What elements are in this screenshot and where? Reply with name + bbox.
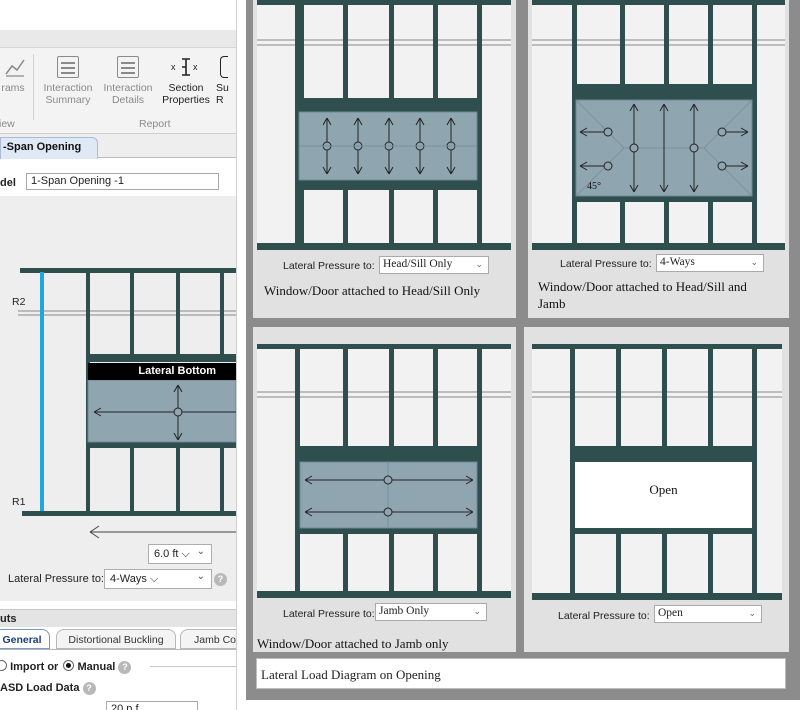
tab-jamb-connection[interactable]: Jamb Co xyxy=(180,629,236,649)
divider xyxy=(0,649,236,650)
inputs-section-header: uts xyxy=(0,609,236,627)
interaction-summary-icon xyxy=(57,56,79,78)
panel-open[interactable]: Open Lateral Pressure to: Open ⌄ xyxy=(524,327,789,652)
diagram-head-sill-only xyxy=(257,0,511,250)
chart-icon xyxy=(5,59,25,77)
diagram-title: Lateral Load Diagram on Opening xyxy=(256,658,786,689)
lateral-pressure-value: Open xyxy=(658,607,683,619)
button-label: rams xyxy=(1,82,25,94)
interaction-details-button[interactable]: Interaction Details xyxy=(100,56,156,106)
chevron-down-icon: ⌄ xyxy=(473,606,481,616)
interaction-summary-button[interactable]: Interaction Summary xyxy=(40,56,96,106)
lateral-bottom-label: Lateral Bottom xyxy=(138,365,216,377)
ribbon-group-view: iew xyxy=(0,118,15,130)
model-name-input[interactable]: 1-Span Opening -1 xyxy=(26,173,219,190)
button-label: Interaction xyxy=(43,82,93,94)
tab-general[interactable]: General xyxy=(0,629,50,649)
load-input[interactable]: 20 p f xyxy=(106,701,198,710)
lateral-pressure-select[interactable]: Jamb Only ⌄ xyxy=(375,603,487,621)
panel-head-sill-only[interactable]: Lateral Pressure to: Head/Sill Only ⌄ Wi… xyxy=(253,0,516,318)
lateral-pressure-dropdown[interactable]: 4-Ways ⌄ xyxy=(104,569,212,589)
section-properties-button[interactable]: x x Section Properties xyxy=(160,56,212,106)
diagram-4-ways: 45° xyxy=(532,0,785,250)
span-length-dropdown[interactable]: 6.0 ft ⌄ xyxy=(148,544,212,564)
jamb-only-diagram-svg xyxy=(257,344,511,598)
lateral-pressure-value: Jamb Only xyxy=(379,605,430,617)
summary-report-button[interactable]: Su R xyxy=(216,56,236,106)
button-label: Summary xyxy=(45,94,91,106)
asd-label: ASD Load Data xyxy=(0,682,80,694)
button-label: Section xyxy=(168,82,204,94)
svg-text:x: x xyxy=(171,62,176,72)
angle-label: 45° xyxy=(587,181,601,192)
lateral-pressure-label: Lateral Pressure to: xyxy=(8,573,104,585)
import-radio[interactable] xyxy=(0,660,7,671)
open-label: Open xyxy=(649,482,678,497)
model-label: del xyxy=(0,177,16,189)
button-label: Properties xyxy=(162,94,210,106)
chevron-down-icon: ⌄ xyxy=(196,546,205,557)
divider xyxy=(150,666,236,667)
button-label: Su xyxy=(216,82,229,94)
lateral-pressure-value: Head/Sill Only xyxy=(383,258,453,270)
tab-span-opening[interactable]: -Span Opening xyxy=(0,137,98,159)
lateral-pressure-select[interactable]: 4-Ways ⌄ xyxy=(656,254,764,272)
manual-label: Manual xyxy=(77,661,116,673)
lateral-pressure-select[interactable]: Open ⌄ xyxy=(654,605,762,623)
chevron-down-icon: ⌄ xyxy=(475,259,483,269)
panel-jamb-only[interactable]: Lateral Pressure to: Jamb Only ⌄ Window/… xyxy=(253,327,516,652)
help-icon[interactable]: ? xyxy=(214,573,227,586)
lateral-pressure-value: 4-Ways xyxy=(110,573,147,585)
diagram-open: Open xyxy=(532,344,782,600)
head-sill-diagram-svg xyxy=(257,0,511,250)
ribbon-tab-bar xyxy=(0,30,236,48)
panel-caption-line1: Window/Door attached to Head/Sill and xyxy=(538,279,747,294)
r1-label: R1 xyxy=(12,496,26,508)
tab-distortional-buckling[interactable]: Distortional Buckling xyxy=(56,629,176,649)
button-label: Interaction xyxy=(103,82,153,94)
ribbon: rams Interaction Summary Interaction Det… xyxy=(0,48,236,134)
chevron-down-icon: ⌄ xyxy=(750,257,758,267)
span-length-value: 6.0 ft xyxy=(154,548,179,560)
help-icon[interactable]: ? xyxy=(82,682,96,695)
report-icon xyxy=(220,56,228,78)
opening-diagram: R2 R1 Lateral Bottom 6.0 ft ⌄ Lateral Pr… xyxy=(0,196,236,601)
four-ways-diagram-svg xyxy=(532,0,785,250)
lateral-pressure-value: 4-Ways xyxy=(660,256,695,268)
diagram-jamb-only xyxy=(257,344,511,598)
chevron-down-icon: ⌄ xyxy=(748,608,756,618)
panel-caption-line2: Jamb xyxy=(538,296,566,311)
button-label: Details xyxy=(111,94,145,106)
opening-diagram-svg xyxy=(18,268,236,539)
lateral-pressure-label: Lateral Pressure to: xyxy=(283,260,375,272)
import-manual-row: Import or Manual ? xyxy=(0,660,132,674)
interaction-details-icon xyxy=(117,56,139,78)
left-pane: rams Interaction Summary Interaction Det… xyxy=(0,0,236,710)
lateral-pressure-label: Lateral Pressure to: xyxy=(560,258,652,270)
diagrams-button[interactable]: rams xyxy=(0,56,28,94)
panel-caption: Window/Door attached to Jamb only xyxy=(257,636,449,651)
button-label: R xyxy=(216,94,224,106)
r2-label: R2 xyxy=(12,296,26,308)
ribbon-group-report: Report xyxy=(139,118,171,130)
manual-radio[interactable] xyxy=(63,660,75,671)
lateral-pressure-select[interactable]: Head/Sill Only ⌄ xyxy=(379,256,489,274)
lateral-pressure-label: Lateral Pressure to: xyxy=(558,610,650,622)
lateral-pressure-label: Lateral Pressure to: xyxy=(283,608,375,620)
panel-4-ways[interactable]: 45° Lateral Pressure to: 4-Ways ⌄ Window… xyxy=(528,0,789,318)
section-properties-icon: x x xyxy=(171,58,198,76)
panel-caption: Window/Door attached to Head/Sill Only xyxy=(264,283,481,298)
open-diagram-svg xyxy=(532,344,782,600)
divider xyxy=(33,54,34,120)
chevron-down-icon: ⌄ xyxy=(196,571,205,582)
import-label: Import or xyxy=(10,661,59,673)
help-icon[interactable]: ? xyxy=(118,661,132,674)
svg-text:x: x xyxy=(193,62,198,72)
asd-load-data-row: ASD Load Data ? xyxy=(0,682,96,695)
